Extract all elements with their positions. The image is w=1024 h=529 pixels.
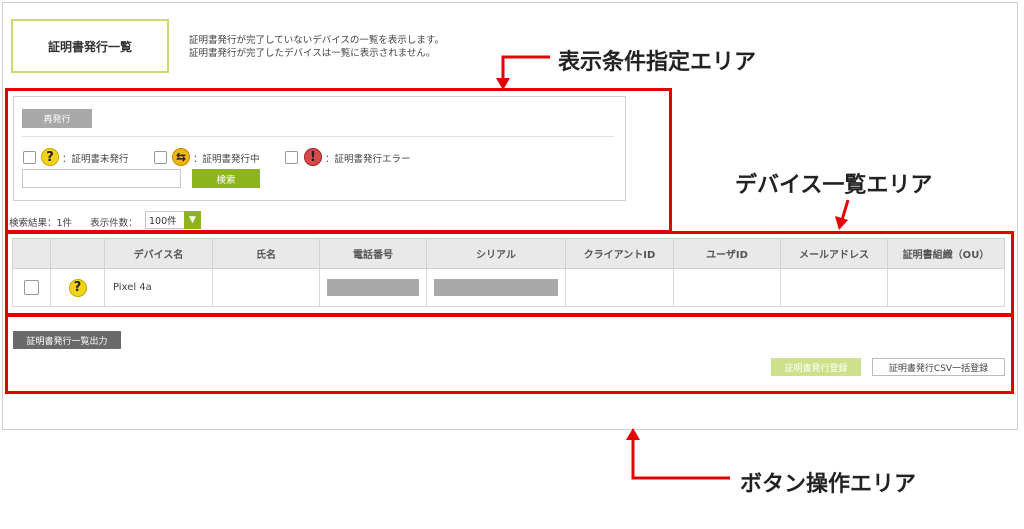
arrow-list-area xyxy=(840,199,850,221)
annotation-arrows xyxy=(496,55,850,480)
arrow-button-area xyxy=(631,438,730,480)
arrow-filter-area xyxy=(501,55,550,80)
